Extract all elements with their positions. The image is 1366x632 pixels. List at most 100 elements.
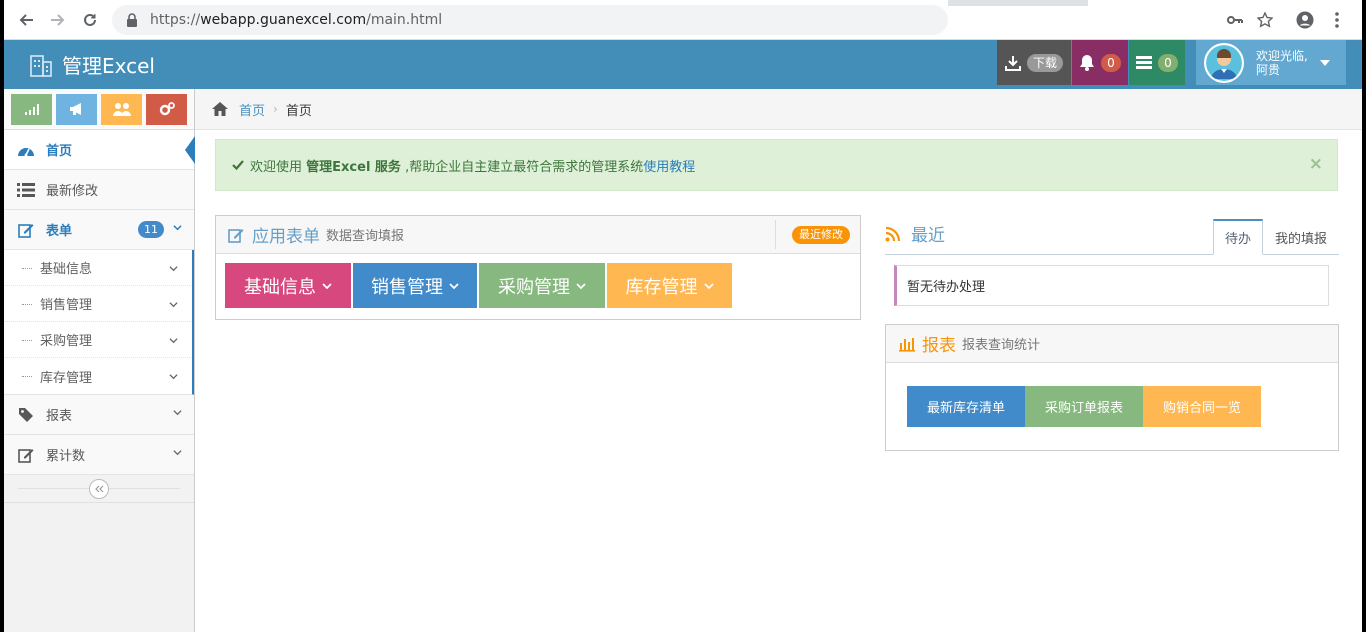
tasks-icon [1136,55,1153,69]
sidebar-item-forms[interactable]: 表单 11 [4,210,194,250]
messages-button[interactable]: 0 [1129,40,1185,85]
sidebar-item-home[interactable]: 首页 [4,130,195,170]
tab-my-submissions[interactable]: 我的填报 [1263,219,1339,255]
breadcrumb-separator: › [273,102,278,116]
key-icon[interactable] [1224,9,1246,31]
submenu-item-inventory[interactable]: 库存管理 [4,358,192,394]
submenu-item-label: 库存管理 [40,370,93,386]
menu-dots-icon[interactable] [1326,9,1348,31]
shortcut-announce-button[interactable] [56,93,97,125]
users-icon [112,103,131,116]
notifications-count: 0 [1101,53,1121,72]
sidebar-item-label: 表单 [46,224,73,239]
sidebar-item-label: 首页 [46,144,73,159]
double-chevron-left-icon[interactable] [89,478,109,499]
browser-toolbar: https://webapp.guanexcel.com/main.html [4,0,1362,40]
app-form-widget: 应用表单 数据查询填报 最近修改 基础信息 销售管理 采购管理 库存管理 [215,215,861,320]
button-label: 库存管理 [625,276,698,298]
widget-header: 应用表单 数据查询填报 最近修改 [216,216,860,254]
widget-title: 应用表单 [252,227,320,247]
recent-header: 最近 待办 我的填报 [885,213,1339,255]
edit-icon [16,446,36,464]
sidebar-item-cumulative[interactable]: 累计数 [4,435,194,475]
active-indicator [185,136,195,164]
rss-icon [885,226,901,241]
user-menu[interactable]: 欢迎光临, 阿贵 [1196,40,1346,85]
bell-icon [1080,55,1095,71]
messages-count: 0 [1158,53,1178,72]
submenu-item-purchasing[interactable]: 采购管理 [4,322,192,358]
cogs-icon [159,102,175,116]
widget-title: 报表 [922,336,956,356]
chevron-down-icon [449,282,459,289]
sidebar-item-label: 最新修改 [46,184,99,199]
check-icon [232,160,244,170]
recent-tabs: 待办 我的填报 [1212,219,1339,255]
star-icon[interactable] [1254,9,1276,31]
purchase-order-report-button[interactable]: 采购订单报表 [1025,386,1143,427]
alert-middle: ,帮助企业自主建立最符合需求的管理系统 [405,159,644,175]
breadcrumb-current: 首页 [285,103,312,119]
window-edge [1362,0,1366,632]
download-label: 下载 [1026,53,1063,72]
user-name: 阿贵 [1256,62,1281,77]
sidebar-item-label: 报表 [46,409,73,424]
reload-icon[interactable] [78,8,102,32]
url-host: webapp.guanexcel.com [200,12,367,28]
submenu-item-sales[interactable]: 销售管理 [4,286,192,322]
sales-contract-overview-button[interactable]: 购销合同一览 [1143,386,1261,427]
chevron-down-icon [322,282,332,289]
sales-management-button[interactable]: 销售管理 [353,263,477,308]
forward-icon[interactable] [46,8,70,32]
button-label: 销售管理 [371,276,443,298]
latest-inventory-list-button[interactable]: 最新库存清单 [907,386,1025,427]
inventory-management-button[interactable]: 库存管理 [607,263,732,308]
sidebar-item-label: 累计数 [46,449,86,464]
chevron-down-icon [173,450,182,456]
account-icon[interactable] [1294,9,1316,31]
back-icon[interactable] [14,8,38,32]
url-protocol: https:// [150,12,201,28]
edit-icon [228,228,244,243]
breadcrumb-home-link[interactable]: 首页 [239,100,265,119]
submenu-item-label: 销售管理 [40,298,93,313]
shortcut-users-button[interactable] [101,93,142,125]
shortcut-settings-button[interactable] [146,93,187,125]
recent-changes-badge[interactable]: 最近修改 [792,226,850,244]
shortcut-stats-button[interactable] [11,93,52,125]
tutorial-link[interactable]: 使用教程 [643,156,695,175]
avatar [1204,42,1244,83]
close-icon[interactable]: × [1309,154,1323,174]
bullhorn-icon [69,103,81,115]
basic-info-button[interactable]: 基础信息 [225,263,351,308]
welcome-alert: 欢迎使用 管理Excel 服务 ,帮助企业自主建立最符合需求的管理系统 使用教程 … [215,139,1338,191]
chevron-down-icon [173,225,182,231]
edit-icon [16,221,36,239]
sidebar-item-recent-changes[interactable]: 最新修改 [4,170,194,210]
sidebar: 首页 最新修改 表单 11 基础信息 销售管理 采购管理 库存管理 报表 累计数 [4,89,195,632]
sidebar-item-reports[interactable]: 报表 [4,395,194,435]
chevron-down-icon [173,410,182,416]
todo-empty: 暂无待办处理 [894,265,1329,306]
chevron-down-icon [576,282,586,289]
home-icon [212,102,228,116]
app-header: 管理Excel 下载 0 0 欢迎光临, 阿贵 [4,40,1362,89]
signal-icon [24,104,39,115]
tab-todo[interactable]: 待办 [1212,219,1263,255]
address-bar[interactable]: https://webapp.guanexcel.com/main.html [112,5,948,35]
brand[interactable]: 管理Excel [28,50,155,79]
chevron-down-icon [703,282,714,289]
recent-title-text: 最近 [911,226,945,246]
widget-subtitle: 数据查询填报 [326,229,405,244]
sidebar-collapse [4,475,194,503]
report-widget: 报表 报表查询统计 最新库存清单 采购订单报表 购销合同一览 [885,324,1339,451]
download-button[interactable]: 下载 [997,40,1071,85]
notifications-button[interactable]: 0 [1072,40,1128,85]
lock-icon [124,12,140,28]
chevron-down-icon [169,302,178,308]
purchasing-management-button[interactable]: 采购管理 [479,263,605,308]
submenu-item-basic-info[interactable]: 基础信息 [4,250,192,286]
caret-down-icon [1319,59,1330,66]
chevron-down-icon [169,266,178,272]
brand-title: 管理Excel [62,54,155,78]
